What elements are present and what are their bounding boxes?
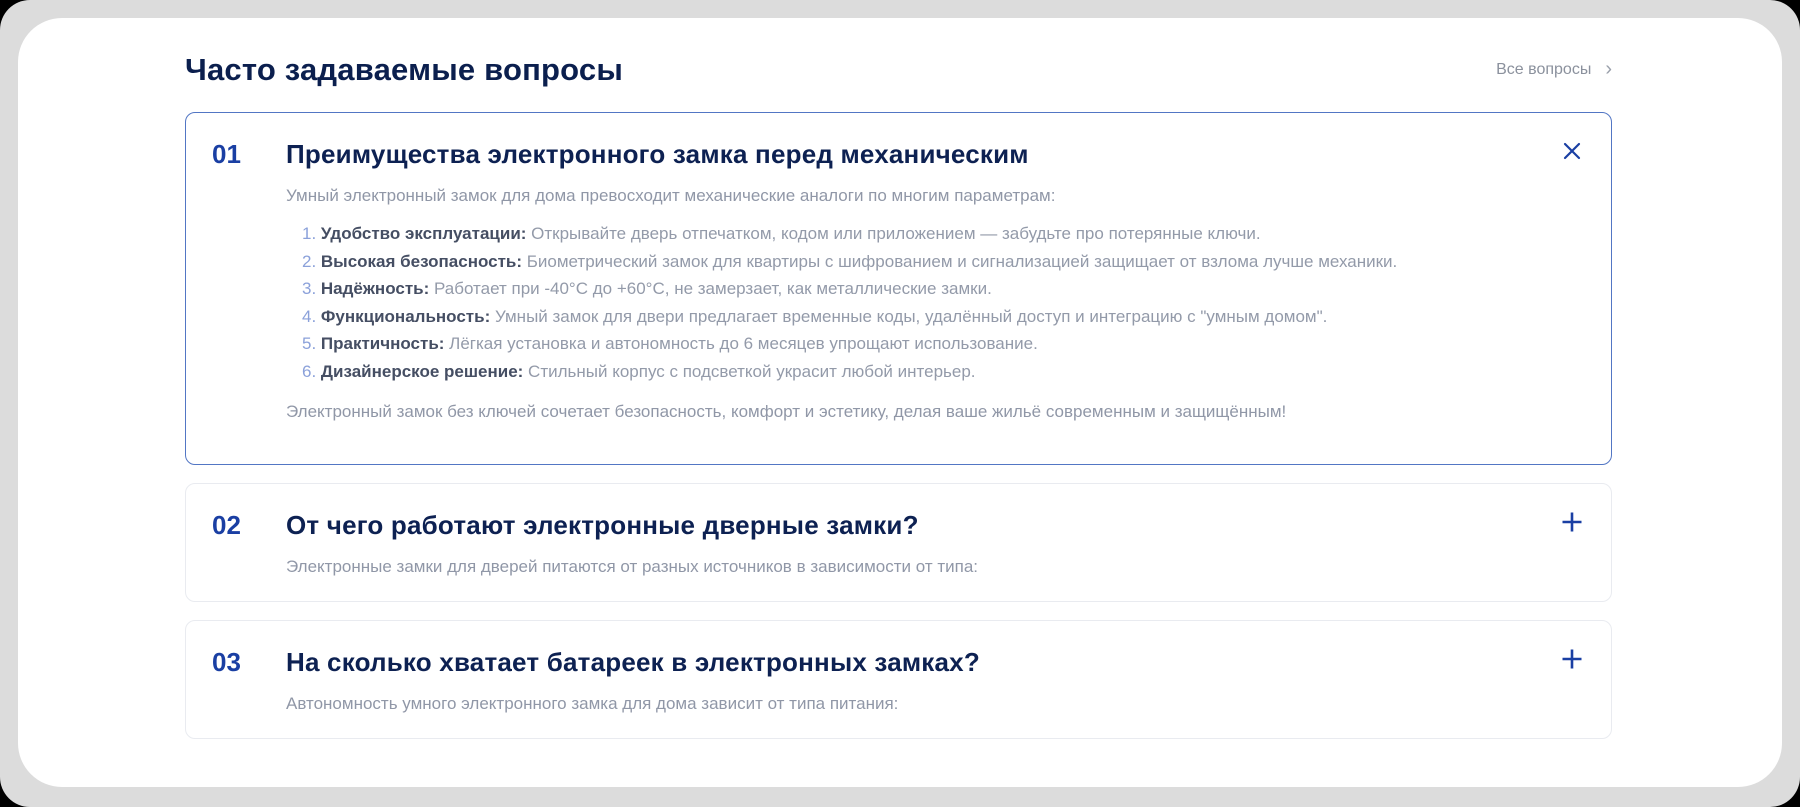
page-title: Часто задаваемые вопросы [185, 52, 624, 87]
list-item: 3. Надёжность: Работает при -40°С до +60… [302, 275, 1543, 303]
list-item-number: 3. [302, 279, 321, 298]
faq-item-02: 02 От чего работают электронные дверные з… [185, 483, 1612, 602]
faq-intro-text: Автономность умного электронного замка д… [286, 694, 899, 713]
list-item-label: Надёжность: [320, 279, 430, 298]
faq-item-03: 03 На сколько хватает батареек в электрон… [185, 620, 1612, 739]
faq-outro-text: Электронный замок без ключей сочетает бе… [286, 402, 1287, 421]
list-item-label: Практичность: [320, 334, 445, 353]
list-item-label: Удобство эксплуатации: [320, 224, 527, 243]
faq-item-number: 01 [212, 139, 241, 169]
list-item: 1. Удобство эксплуатации: Открывайте две… [302, 220, 1543, 248]
faq-list: 01 Преимущества электронного замка перед … [185, 112, 1612, 739]
list-item-number: 6. [302, 361, 321, 381]
list-item-number: 4. [302, 306, 321, 326]
page-background: Часто задаваемые вопросы Все вопросы › 0… [0, 0, 1800, 807]
list-item-text: Биометрический замок для квартиры с шифр… [522, 251, 1398, 271]
collapse-button[interactable] [1557, 137, 1587, 167]
faq-item-01: 01 Преимущества электронного замка перед … [185, 112, 1612, 465]
faq-question-title[interactable]: На сколько хватает батареек в электронны… [286, 645, 1543, 679]
faq-question-title[interactable]: Преимущества электронного замка перед ме… [286, 137, 1543, 171]
faq-intro-text: Электронные замки для дверей питаются от… [286, 557, 978, 576]
list-item: 5. Практичность: Лёгкая установка и авто… [302, 330, 1543, 358]
faq-advantages-list: 1. Удобство эксплуатации: Открывайте две… [286, 220, 1543, 385]
all-questions-link[interactable]: Все вопросы › [1496, 58, 1612, 80]
expand-button[interactable] [1557, 645, 1587, 675]
list-item-text: Открывайте дверь отпечатком, кодом или п… [526, 224, 1261, 243]
list-item-number: 5. [302, 334, 321, 353]
expand-button[interactable] [1557, 508, 1587, 538]
list-item-label: Функциональность: [320, 306, 491, 326]
list-item: 6. Дизайнерское решение: Стильный корпус… [302, 358, 1543, 386]
all-questions-label: Все вопросы [1496, 61, 1592, 78]
list-item-label: Высокая безопасность: [320, 251, 523, 271]
faq-item-body: Умный электронный замок для дома превосх… [286, 171, 1543, 424]
close-icon [1560, 139, 1584, 166]
faq-card: Часто задаваемые вопросы Все вопросы › 0… [18, 18, 1782, 787]
faq-intro-text: Умный электронный замок для дома превосх… [286, 186, 1056, 205]
chevron-right-icon: › [1605, 58, 1612, 80]
list-item-text: Стильный корпус с подсветкой украсит люб… [523, 361, 976, 381]
list-item-number: 2. [302, 251, 321, 271]
list-item-text: Работает при -40°С до +60°С, не замерзае… [429, 279, 992, 298]
plus-icon [1559, 646, 1585, 675]
list-item: 4. Функциональность: Умный замок для две… [302, 303, 1543, 331]
faq-item-number: 02 [212, 510, 241, 540]
list-item: 2. Высокая безопасность: Биометрический … [302, 248, 1543, 276]
faq-item-body: Электронные замки для дверей питаются от… [286, 542, 1543, 579]
list-item-text: Лёгкая установка и автономность до 6 мес… [444, 334, 1038, 353]
faq-question-title[interactable]: От чего работают электронные дверные зам… [286, 508, 1543, 542]
list-item-number: 1. [302, 224, 321, 243]
faq-item-body: Автономность умного электронного замка д… [286, 679, 1543, 716]
faq-item-number: 03 [212, 647, 241, 677]
plus-icon [1559, 509, 1585, 538]
faq-header: Часто задаваемые вопросы Все вопросы › [185, 52, 1612, 88]
list-item-text: Умный замок для двери предлагает временн… [490, 306, 1328, 326]
list-item-label: Дизайнерское решение: [320, 361, 524, 381]
